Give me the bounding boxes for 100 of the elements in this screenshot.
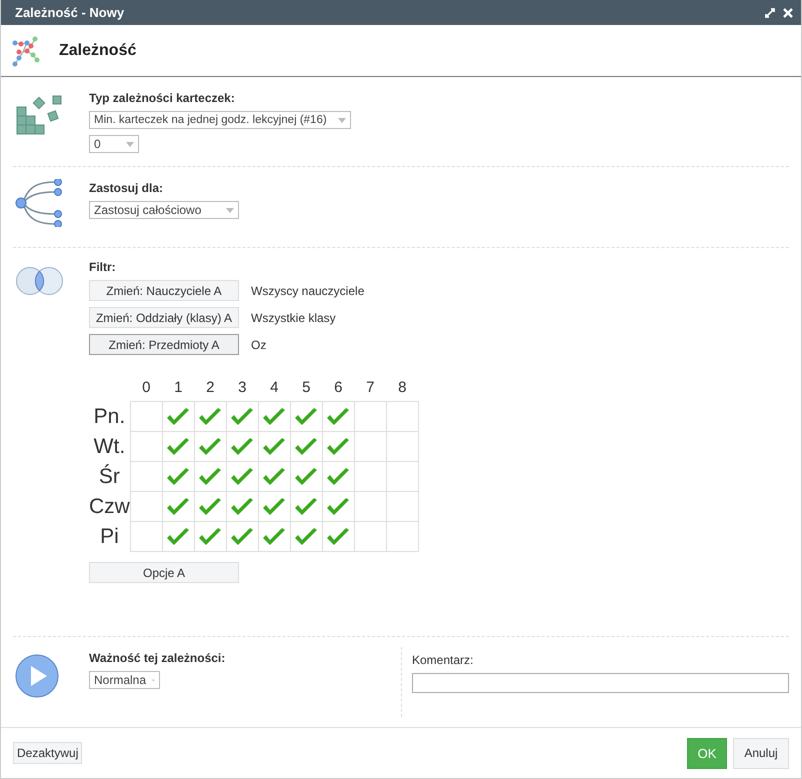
day-label: Wt. [89,432,130,462]
check-icon [198,466,222,486]
check-icon [166,436,190,456]
day-label: Pn. [89,402,130,432]
check-icon [326,496,350,516]
grid-cell[interactable] [226,522,258,552]
check-icon [262,406,286,426]
grid-cell[interactable] [226,462,258,492]
grid-cell[interactable] [162,432,194,462]
grid-cell[interactable] [290,432,322,462]
check-icon [198,496,222,516]
grid-cell[interactable] [290,402,322,432]
grid-cell[interactable] [226,402,258,432]
field-label: Filtr: [89,260,117,274]
grid-cell[interactable] [322,522,354,552]
field-label: Zastosuj dla: [89,181,164,195]
caret-icon [126,142,134,146]
column-number: 0 [130,373,162,402]
check-icon [198,436,222,456]
grid-cell[interactable] [194,432,226,462]
filter-value: Wszystkie klasy [251,310,336,324]
grid-cell[interactable] [226,432,258,462]
check-icon [262,436,286,456]
grid-cell[interactable] [226,492,258,522]
check-icon [326,406,350,426]
grid-cell[interactable] [130,462,162,492]
grid-cell[interactable] [258,492,290,522]
grid-cell[interactable] [354,462,386,492]
day-label: Śr [89,462,130,492]
change-filter-button[interactable]: Zmień: Przedmioty A [89,334,239,355]
grid-cell[interactable] [386,402,418,432]
grid-cell[interactable] [258,522,290,552]
grid-cell[interactable] [386,432,418,462]
grid-cell[interactable] [322,402,354,432]
apply-dropdown[interactable]: Zastosuj całościowo [89,201,239,219]
grid-cell[interactable] [162,522,194,552]
type-dropdown[interactable]: Min. karteczek na jednej godz. lekcyjnej (#16) [89,111,351,129]
comment-field[interactable] [412,673,789,693]
grid-cell[interactable] [290,522,322,552]
options-button[interactable]: Opcje A [89,562,239,583]
grid-cell[interactable] [194,522,226,552]
filter-value: Wszyscy nauczyciele [251,284,364,298]
grid-cell[interactable] [354,492,386,522]
grid-cell[interactable] [162,492,194,522]
grid-cell[interactable] [386,522,418,552]
grid-cell[interactable] [130,522,162,552]
caret-icon [338,118,346,122]
filter-value: Oz [251,338,266,352]
grid-cell[interactable] [290,492,322,522]
field-label: Ważność tej zależności: [89,651,226,665]
venn-icon [15,266,65,296]
grid-cell[interactable] [354,432,386,462]
day-label: Czw [89,492,130,522]
caret-icon [226,208,234,212]
check-icon [262,466,286,486]
grid-cell[interactable] [386,462,418,492]
grid-cell[interactable] [194,492,226,522]
grid-cell[interactable] [322,462,354,492]
grid-cell[interactable] [258,432,290,462]
check-icon [230,436,254,456]
check-icon [166,496,190,516]
grid-cell[interactable] [130,402,162,432]
check-icon [294,526,318,546]
grid-cell[interactable] [322,492,354,522]
column-number: 7 [354,373,386,402]
grid-cell[interactable] [386,492,418,522]
check-icon [230,466,254,486]
grid-cell[interactable] [290,462,322,492]
check-icon [166,526,190,546]
check-icon [326,466,350,486]
close-icon[interactable] [783,8,793,18]
grid-cell[interactable] [162,462,194,492]
grid-cell[interactable] [258,462,290,492]
deactivate-button[interactable]: Dezaktywuj [13,742,82,764]
grid-cell[interactable] [322,432,354,462]
count-dropdown[interactable]: 0 [89,135,139,153]
grid-cell[interactable] [130,432,162,462]
grid-cell[interactable] [354,402,386,432]
check-icon [294,496,318,516]
check-icon [230,406,254,426]
column-number: 5 [290,373,322,402]
dialog-heading: Zależność [59,42,136,60]
check-icon [166,406,190,426]
grid-cell[interactable] [130,492,162,522]
importance-dropdown[interactable]: Normalna [89,671,160,689]
grid-cell[interactable] [194,462,226,492]
grid-cell[interactable] [194,402,226,432]
maximize-icon[interactable] [765,8,775,18]
change-filter-button[interactable]: Zmień: Oddziały (klasy) A [89,307,239,328]
grid-cell[interactable] [258,402,290,432]
check-icon [198,406,222,426]
grid-cell[interactable] [162,402,194,432]
change-filter-button[interactable]: Zmień: Nauczyciele A [89,280,239,301]
day-label: Pi [89,522,130,552]
check-icon [230,496,254,516]
grid-cell[interactable] [354,522,386,552]
column-number: 8 [386,373,418,402]
window-title: Zależność - Nowy [15,5,126,20]
check-icon [262,496,286,516]
cancel-button[interactable]: Anuluj [733,738,789,768]
